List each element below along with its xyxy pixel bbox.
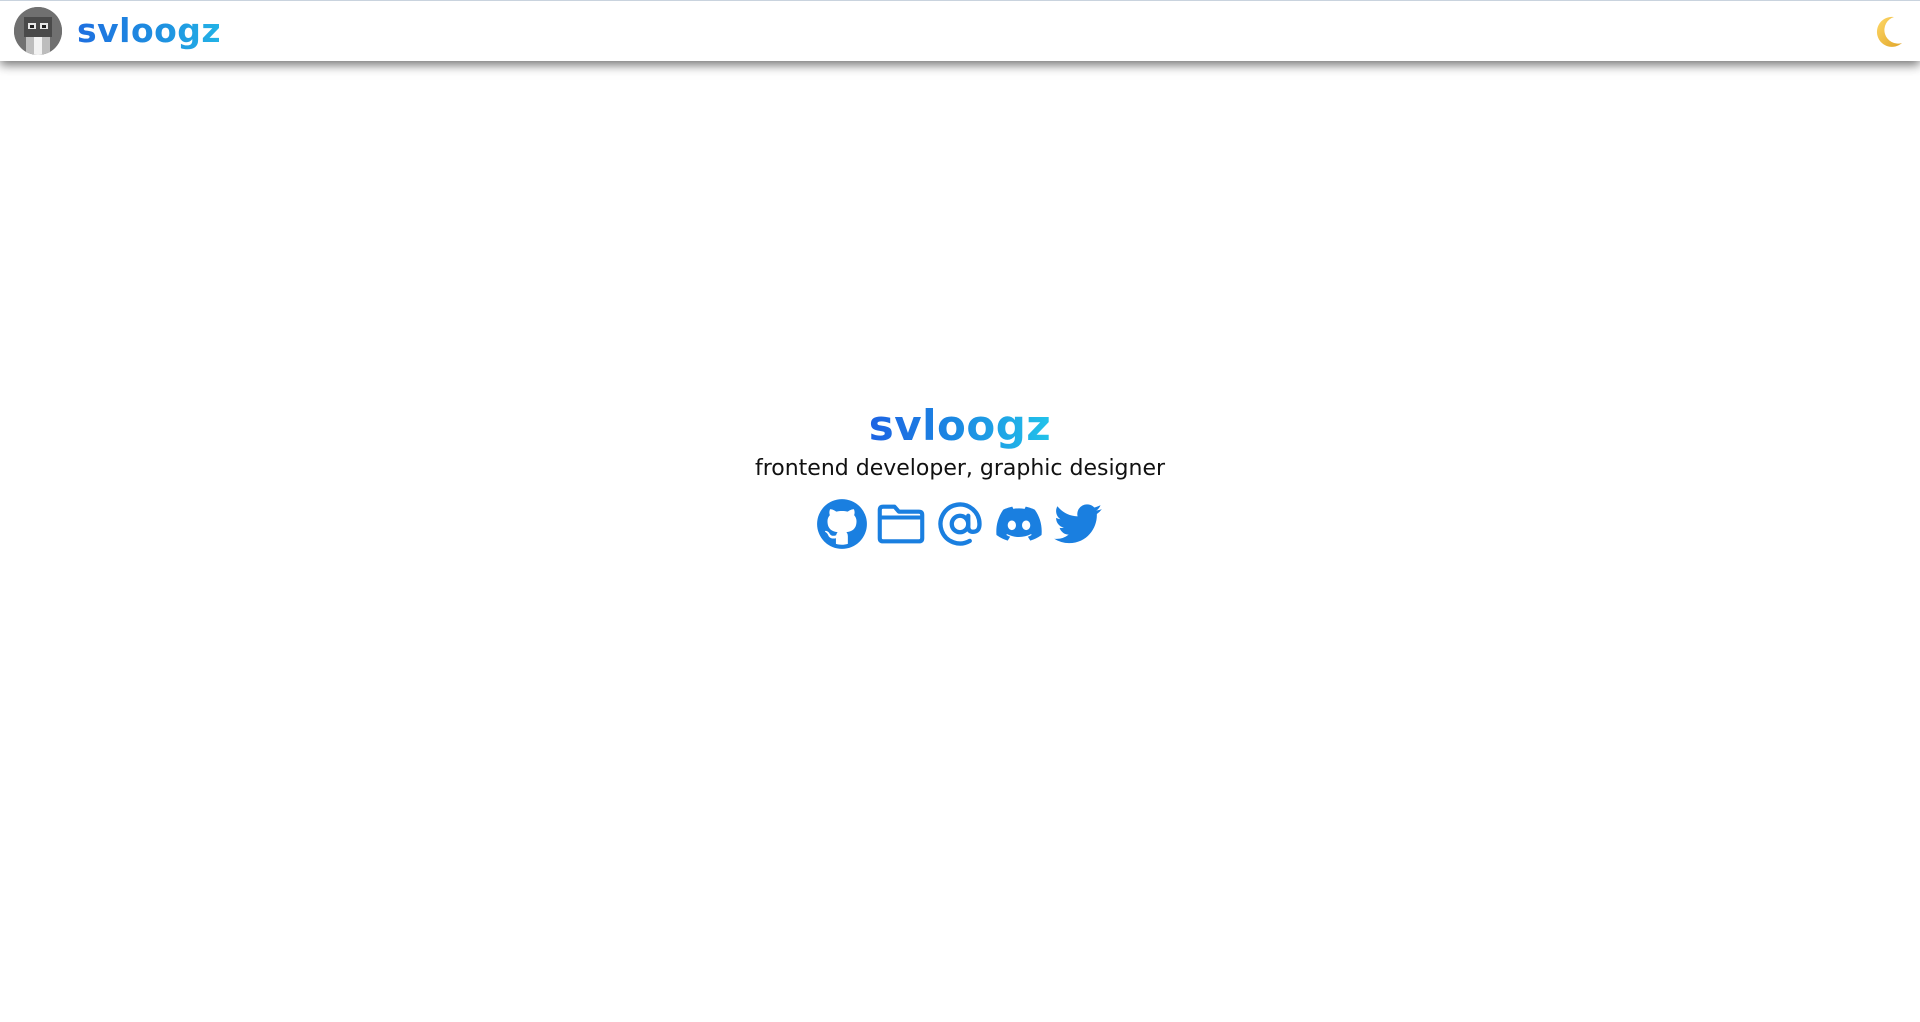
discord-link[interactable] xyxy=(993,498,1045,550)
hero-subtitle: frontend developer, graphic designer xyxy=(754,456,1166,481)
discord-icon xyxy=(996,506,1042,541)
github-icon xyxy=(817,499,867,549)
brand-title[interactable]: svloogz xyxy=(77,9,221,53)
twitter-link[interactable] xyxy=(1052,498,1104,550)
navbar: svloogz xyxy=(0,0,1920,61)
email-link[interactable] xyxy=(934,498,986,550)
moon-icon xyxy=(1876,16,1902,47)
hero-title: svloogz xyxy=(868,401,1052,450)
github-link[interactable] xyxy=(816,498,868,550)
folder-link[interactable] xyxy=(875,498,927,550)
hero: svloogz frontend developer, graphic desi… xyxy=(0,400,1920,550)
folder-icon xyxy=(877,504,925,544)
twitter-icon xyxy=(1054,504,1102,544)
theme-toggle-button[interactable] xyxy=(1868,13,1906,51)
at-icon xyxy=(938,502,982,546)
avatar[interactable] xyxy=(14,7,62,55)
social-links xyxy=(0,498,1920,550)
avatar-icon xyxy=(14,7,62,55)
